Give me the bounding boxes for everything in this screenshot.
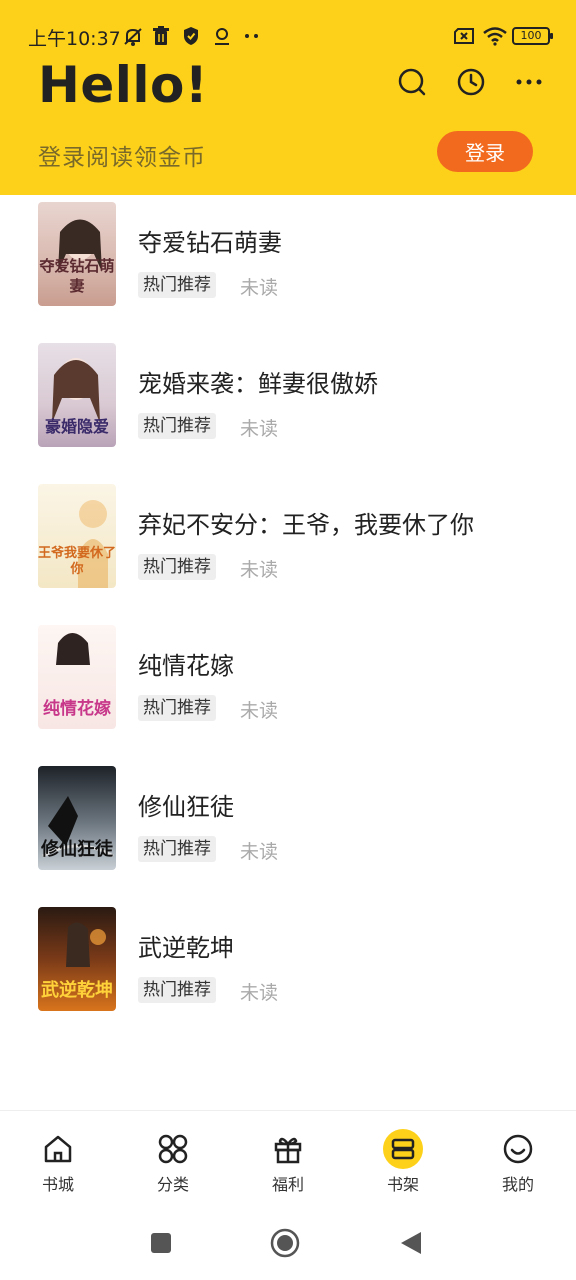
home-icon (38, 1129, 78, 1169)
sim-off-icon (452, 26, 474, 46)
back-icon (399, 1231, 423, 1259)
nav-home[interactable]: 书城 (18, 1129, 98, 1195)
nav-welfare[interactable]: 福利 (248, 1129, 328, 1195)
read-status: 未读 (240, 841, 279, 863)
book-tag: 热门推荐 (138, 695, 216, 721)
book-tag: 热门推荐 (138, 272, 216, 298)
recent-apps-button[interactable] (148, 1232, 174, 1258)
read-status: 未读 (240, 700, 279, 722)
bottom-nav: 书城 分类 福利 书架 我的 (0, 1110, 576, 1200)
list-item[interactable]: 夺爱钻石萌妻 夺爱钻石萌妻 热门推荐 未读 (0, 202, 576, 312)
shield-icon (182, 26, 202, 46)
nav-label: 书架 (386, 1175, 419, 1194)
recent-apps-icon (149, 1231, 173, 1259)
book-tag: 热门推荐 (138, 836, 216, 862)
header: 上午10:37 100 Hello! 登录阅读领金币 登录 (0, 0, 576, 195)
history-icon (456, 67, 486, 101)
list-item[interactable]: 修仙狂徒 修仙狂徒 热门推荐 未读 (0, 766, 576, 876)
wifi-icon (482, 26, 507, 46)
nav-mine[interactable]: 我的 (478, 1129, 558, 1195)
list-item[interactable]: 武逆乾坤 武逆乾坤 热门推荐 未读 (0, 907, 576, 1017)
book-title: 夺爱钻石萌妻 (138, 229, 282, 257)
more-icon (514, 67, 544, 101)
battery-icon: 100 (512, 27, 553, 45)
book-title: 弃妃不安分：王爷，我要休了你 (138, 511, 474, 539)
more-button[interactable] (513, 68, 545, 100)
category-icon (153, 1129, 193, 1169)
cover-title: 修仙狂徒 (41, 839, 113, 860)
history-button[interactable] (455, 68, 487, 100)
trash-icon (152, 26, 172, 46)
list-item[interactable]: 王爷我要休了你 弃妃不安分：王爷，我要休了你 热门推荐 未读 (0, 484, 576, 594)
login-promo-text: 登录阅读领金币 (38, 145, 206, 171)
login-button[interactable]: 登录 (437, 131, 533, 172)
nav-label: 福利 (271, 1175, 304, 1194)
location-icon (212, 26, 232, 46)
book-title: 纯情花嫁 (138, 652, 234, 680)
book-cover: 豪婚隐爱 (38, 343, 116, 447)
book-title: 武逆乾坤 (138, 934, 234, 962)
read-status: 未读 (240, 418, 279, 440)
read-status: 未读 (240, 982, 279, 1004)
home-button-icon (270, 1228, 300, 1262)
more-dots-icon (242, 26, 262, 46)
search-icon (397, 67, 427, 101)
home-system-button[interactable] (270, 1228, 300, 1258)
list-item[interactable]: 纯情花嫁 纯情花嫁 热门推荐 未读 (0, 625, 576, 735)
book-tag: 热门推荐 (138, 413, 216, 439)
nav-label: 书城 (41, 1175, 74, 1194)
book-cover: 王爷我要休了你 (38, 484, 116, 588)
mute-icon (122, 26, 142, 46)
book-title: 修仙狂徒 (138, 793, 234, 821)
list-item[interactable]: 豪婚隐爱 宠婚来袭：鲜妻很傲娇 热门推荐 未读 (0, 343, 576, 453)
smile-icon (498, 1129, 538, 1169)
nav-label: 分类 (156, 1175, 189, 1194)
book-tag: 热门推荐 (138, 977, 216, 1003)
system-nav-bar (0, 1210, 576, 1280)
cover-title: 王爷我要休了你 (38, 546, 116, 577)
cover-title: 武逆乾坤 (41, 980, 113, 1001)
book-cover: 修仙狂徒 (38, 766, 116, 870)
book-tag: 热门推荐 (138, 554, 216, 580)
read-status: 未读 (240, 559, 279, 581)
status-icons-right: 100 (452, 26, 553, 46)
nav-category[interactable]: 分类 (133, 1129, 213, 1195)
back-button[interactable] (398, 1232, 424, 1258)
cover-title: 纯情花嫁 (43, 699, 111, 719)
cover-title: 夺爱钻石萌妻 (39, 257, 115, 295)
gift-icon (268, 1129, 308, 1169)
status-icons-left (122, 26, 262, 46)
status-bar: 上午10:37 100 (0, 20, 576, 52)
search-button[interactable] (396, 68, 428, 100)
bookshelf-icon (383, 1129, 423, 1169)
nav-bookshelf[interactable]: 书架 (363, 1129, 443, 1195)
cover-title: 豪婚隐爱 (44, 417, 109, 436)
book-cover: 纯情花嫁 (38, 625, 116, 729)
greeting-title: Hello! (38, 56, 209, 114)
book-title: 宠婚来袭：鲜妻很傲娇 (138, 370, 378, 398)
book-cover: 武逆乾坤 (38, 907, 116, 1011)
nav-label: 我的 (501, 1175, 534, 1194)
status-time: 上午10:37 (28, 28, 121, 50)
book-cover: 夺爱钻石萌妻 (38, 202, 116, 306)
read-status: 未读 (240, 277, 279, 299)
